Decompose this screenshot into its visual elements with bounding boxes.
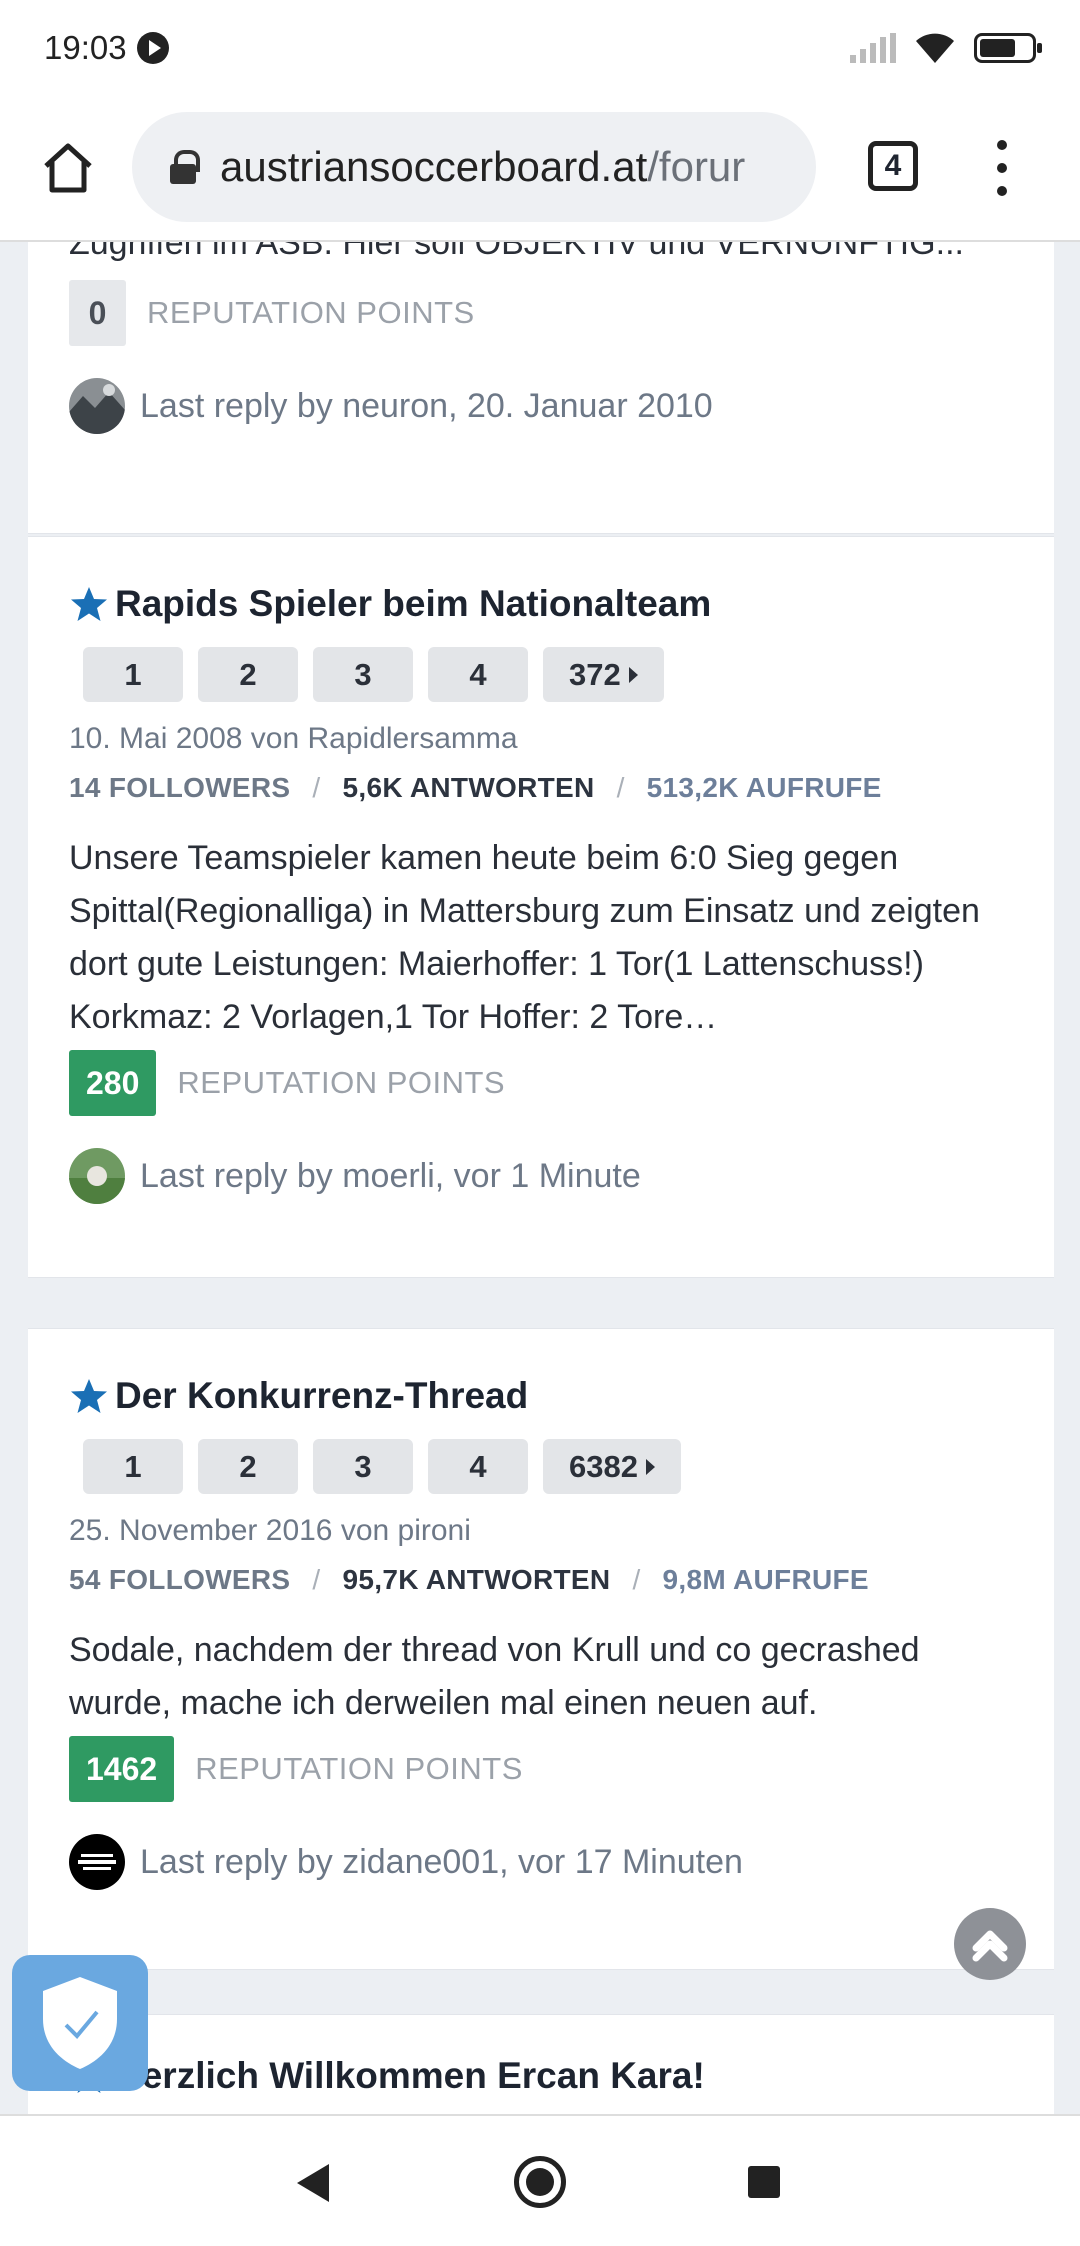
thread-stats: 14 FOLLOWERS/ 5,6K ANTWORTEN/ 513,2K AUF…	[69, 772, 882, 804]
home-nav-icon[interactable]	[514, 2156, 566, 2208]
list-item: Herzlich Willkommen Ercan Kara!	[28, 2014, 1054, 2114]
lock-icon	[170, 150, 200, 184]
thread-meta: 25. November 2016 von pironi	[69, 1514, 471, 1547]
last-page-button[interactable]: 372	[543, 647, 664, 702]
pagination: 1 2 3 4 6382	[83, 1439, 1013, 1494]
status-time: 19:03	[44, 29, 127, 66]
page-button[interactable]: 4	[428, 647, 528, 702]
thread-snippet: Sodale, nachdem der thread von Krull und…	[69, 1631, 920, 1722]
reputation-label: REPUTATION POINTS	[177, 1065, 506, 1100]
last-reply[interactable]: Last reply by neuron, 20. Januar 2010	[140, 387, 713, 426]
list-item: Zugriffen im ASB. Hier soll OBJEKTIV und…	[28, 242, 1054, 534]
reputation-badge: 0	[69, 280, 126, 346]
answers-count: 5,6K ANTWORTEN	[342, 772, 595, 803]
menu-icon[interactable]	[992, 140, 1012, 196]
back-icon[interactable]	[297, 2164, 329, 2202]
caret-right-icon	[645, 1458, 655, 1475]
last-reply[interactable]: Last reply by moerli, vor 1 Minute	[140, 1157, 641, 1196]
address-bar[interactable]: austriansoccerboard.at/forur	[132, 112, 816, 222]
list-item: Rapids Spieler beim Nationalteam 1 2 3 4…	[28, 536, 1054, 1278]
reputation-label: REPUTATION POINTS	[195, 1751, 523, 1786]
avatar[interactable]	[69, 1148, 125, 1204]
page-button[interactable]: 1	[83, 647, 183, 702]
scroll-top-icon[interactable]	[954, 1908, 1026, 1980]
battery-icon	[974, 33, 1042, 63]
page-button[interactable]: 3	[313, 1439, 413, 1494]
avatar[interactable]	[69, 378, 125, 434]
page-button[interactable]: 4	[428, 1439, 528, 1494]
signal-icon	[850, 33, 896, 63]
thread-list: Zugriffen im ASB. Hier soll OBJEKTIV und…	[0, 242, 1080, 2114]
thread-stats: 54 FOLLOWERS/ 95,7K ANTWORTEN/ 9,8M AUFR…	[69, 1564, 869, 1596]
thread-meta: 10. Mai 2008 von Rapidlersamma	[69, 722, 518, 755]
browser-toolbar: austriansoccerboard.at/forur 4	[0, 96, 1080, 242]
last-reply[interactable]: Last reply by zidane001, vor 17 Minuten	[140, 1843, 743, 1882]
views-count: 9,8M AUFRUFE	[662, 1564, 869, 1595]
shield-check-icon[interactable]	[12, 1955, 148, 2091]
list-item: Der Konkurrenz-Thread 1 2 3 4 6382 25. N…	[28, 1328, 1054, 1970]
thread-title[interactable]: Herzlich Willkommen Ercan Kara!	[115, 2055, 705, 2097]
thread-snippet: Zugriffen im ASB. Hier soll OBJEKTIV und…	[69, 242, 964, 262]
thread-title[interactable]: Der Konkurrenz-Thread	[115, 1375, 528, 1417]
star-icon	[71, 587, 107, 621]
thread-snippet: Unsere Teamspieler kamen heute beim 6:0 …	[69, 839, 980, 1036]
reputation-label: REPUTATION POINTS	[147, 295, 475, 330]
last-page-button[interactable]: 6382	[543, 1439, 681, 1494]
reputation-badge: 1462	[69, 1736, 175, 1802]
url-host: austriansoccerboard.at	[220, 143, 648, 190]
page-button[interactable]: 3	[313, 647, 413, 702]
wifi-icon	[916, 33, 954, 63]
status-bar: 19:03	[0, 0, 1080, 96]
android-nav-bar	[0, 2114, 1080, 2246]
page-button[interactable]: 2	[198, 647, 298, 702]
followers-count[interactable]: 54 FOLLOWERS	[69, 1564, 290, 1596]
views-count: 513,2K AUFRUFE	[646, 772, 882, 803]
recents-icon[interactable]	[748, 2166, 780, 2198]
star-icon	[71, 1379, 107, 1413]
thread-title[interactable]: Rapids Spieler beim Nationalteam	[115, 583, 711, 625]
page-button[interactable]: 2	[198, 1439, 298, 1494]
followers-count[interactable]: 14 FOLLOWERS	[69, 772, 290, 804]
url-path: /forur	[647, 143, 746, 190]
page-button[interactable]: 1	[83, 1439, 183, 1494]
reputation-badge: 280	[69, 1050, 157, 1116]
home-icon[interactable]	[38, 138, 98, 198]
avatar[interactable]	[69, 1834, 125, 1890]
pagination: 1 2 3 4 372	[83, 647, 1013, 702]
tabs-icon[interactable]: 4	[868, 141, 918, 191]
answers-count: 95,7K ANTWORTEN	[342, 1564, 611, 1595]
screen-record-icon	[136, 32, 169, 64]
caret-right-icon	[628, 666, 638, 683]
